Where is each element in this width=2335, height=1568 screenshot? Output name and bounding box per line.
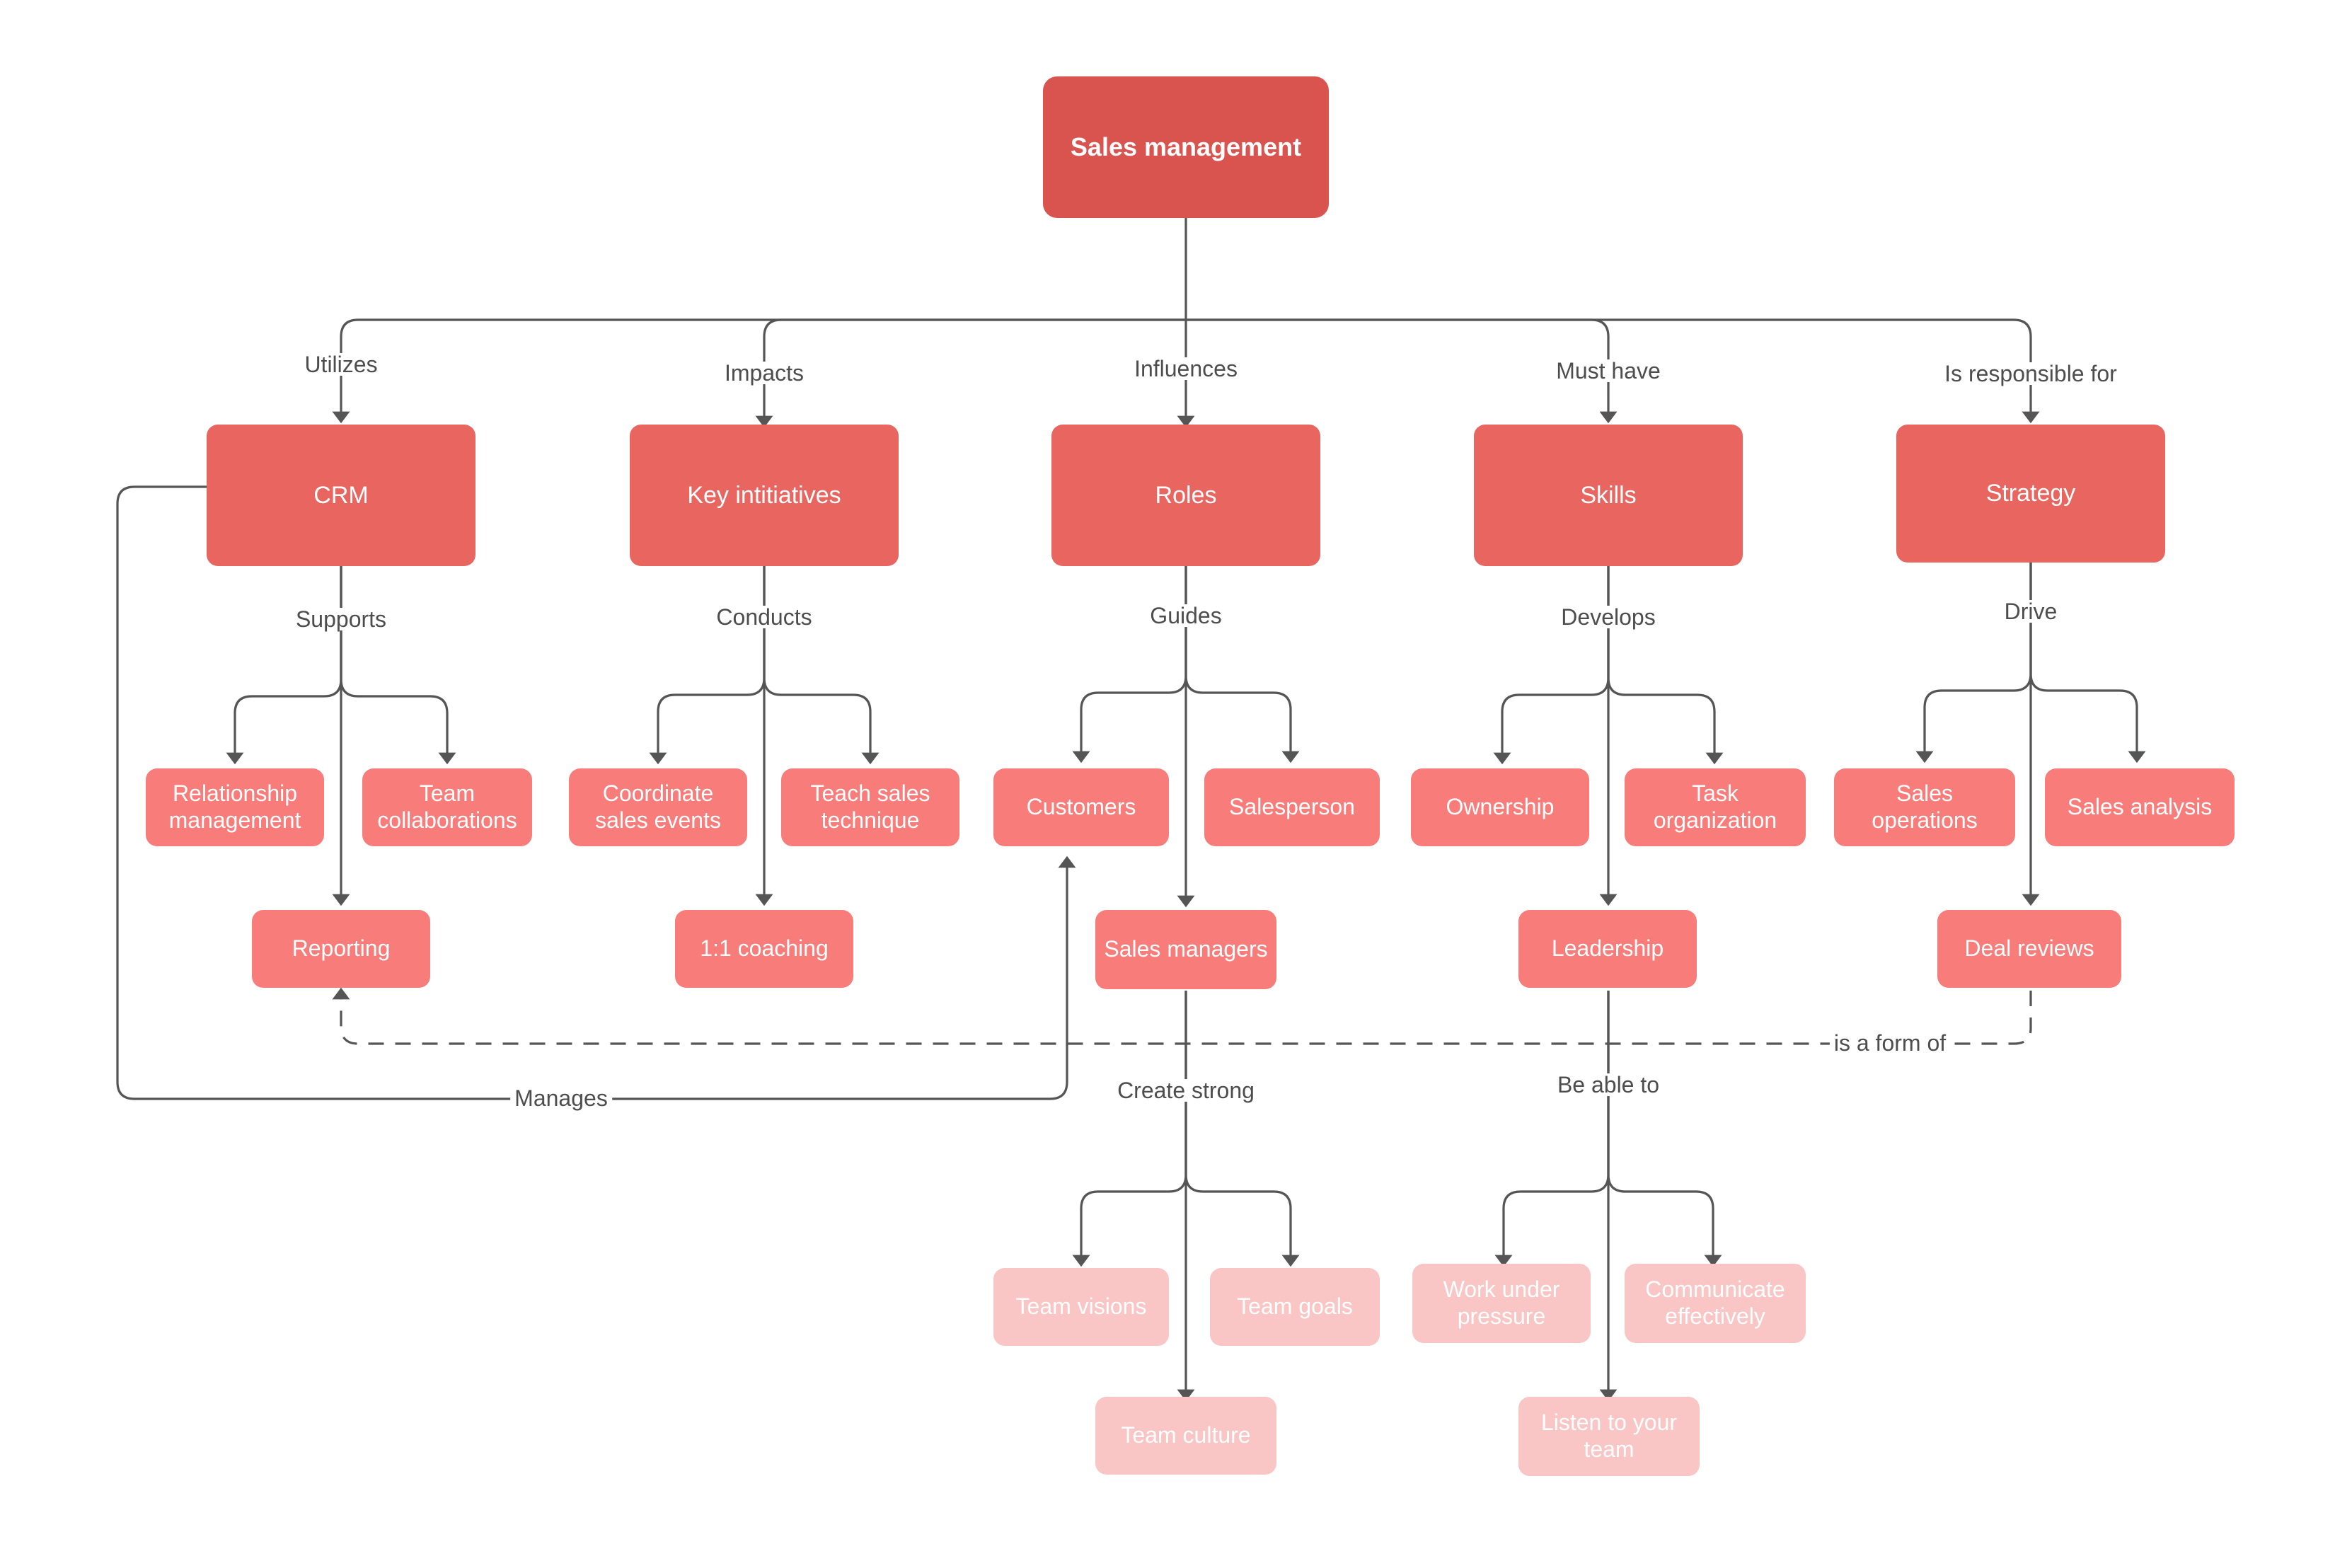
node-teach-sales-technique[interactable]: Teach sales technique (781, 768, 959, 846)
node-team-culture[interactable]: Team culture (1095, 1397, 1276, 1475)
node-salesperson[interactable]: Salesperson (1204, 768, 1380, 846)
node-leadership[interactable]: Leadership (1518, 910, 1697, 988)
edge-label-be-able-to: Be able to (1552, 1073, 1664, 1096)
node-team-goals[interactable]: Team goals (1210, 1268, 1380, 1346)
edge-label-drive: Drive (2000, 600, 2062, 623)
edge-label-supports: Supports (291, 608, 391, 630)
edge-label-manages: Manages (510, 1087, 612, 1109)
node-team-visions[interactable]: Team visions (993, 1268, 1169, 1346)
edge-label-develops: Develops (1557, 606, 1660, 628)
node-sales-managers[interactable]: Sales managers (1095, 910, 1276, 989)
node-sales-analysis[interactable]: Sales analysis (2045, 768, 2235, 846)
edge-label-must-have: Must have (1552, 359, 1665, 382)
edge-label-is-responsible-for: Is responsible for (1940, 362, 2121, 385)
node-work-under-pressure[interactable]: Work under pressure (1412, 1264, 1591, 1343)
node-key-initiatives[interactable]: Key intitiatives (630, 425, 899, 566)
node-listen-to-your-team[interactable]: Listen to your team (1518, 1397, 1700, 1476)
edge-label-is-a-form-of: is a form of (1829, 1032, 1951, 1054)
node-reporting[interactable]: Reporting (252, 910, 430, 988)
node-crm[interactable]: CRM (207, 425, 475, 566)
edge-label-create-strong: Create strong (1113, 1079, 1259, 1102)
node-communicate-effectively[interactable]: Communicate effectively (1625, 1264, 1806, 1343)
node-roles[interactable]: Roles (1051, 425, 1320, 566)
node-skills[interactable]: Skills (1474, 425, 1743, 566)
node-relationship-management[interactable]: Relationship management (146, 768, 324, 846)
node-team-collaborations[interactable]: Team collaborations (362, 768, 532, 846)
edge-label-impacts: Impacts (720, 362, 809, 384)
node-coordinate-sales-events[interactable]: Coordinate sales events (569, 768, 747, 846)
mindmap-canvas: Sales management CRM Key intitiatives Ro… (0, 0, 2335, 1568)
node-strategy[interactable]: Strategy (1896, 425, 2165, 563)
edge-label-conducts: Conducts (712, 606, 817, 628)
node-ownership[interactable]: Ownership (1411, 768, 1589, 846)
node-task-organization[interactable]: Task organization (1625, 768, 1806, 846)
node-deal-reviews[interactable]: Deal reviews (1937, 910, 2121, 988)
node-sales-management[interactable]: Sales management (1043, 76, 1329, 218)
edge-label-utilizes: Utilizes (300, 353, 382, 376)
node-customers[interactable]: Customers (993, 768, 1169, 846)
node-one-on-one-coaching[interactable]: 1:1 coaching (675, 910, 853, 988)
edge-label-guides: Guides (1146, 604, 1226, 627)
edge-label-influences: Influences (1130, 357, 1242, 380)
node-sales-operations[interactable]: Sales operations (1834, 768, 2015, 846)
